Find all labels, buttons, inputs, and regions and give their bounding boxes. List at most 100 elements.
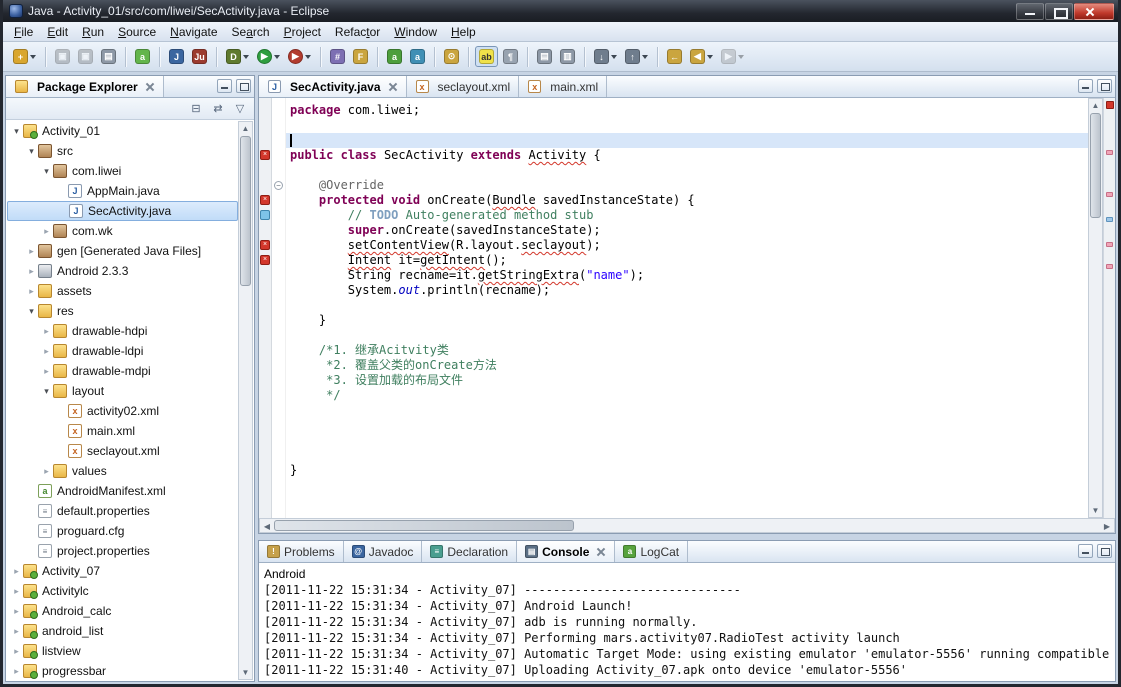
link-with-editor-icon[interactable]: ⇄ (210, 101, 226, 117)
tree-item-assets[interactable]: assets (7, 281, 238, 301)
view-menu-icon[interactable]: ▽ (232, 101, 248, 117)
console-body[interactable]: Android [2011-11-22 15:31:34 - Activity_… (260, 564, 1114, 680)
minimize-view-icon[interactable] (217, 79, 232, 93)
tab-logcat[interactable]: aLogCat (615, 541, 688, 562)
menu-run[interactable]: Run (75, 23, 111, 41)
android-avd-manager-icon[interactable]: a (407, 47, 428, 66)
info-marker[interactable] (1106, 217, 1113, 222)
tree-expand-icon[interactable] (26, 286, 37, 297)
maximize-view-icon[interactable] (236, 79, 251, 93)
editor-hscroll-thumb[interactable] (274, 520, 574, 531)
new-junit-test-icon[interactable]: Ju (189, 47, 210, 66)
code-editor[interactable]: package com.liwei;public class SecActivi… (286, 98, 1115, 518)
scroll-down-icon[interactable]: ▼ (239, 668, 252, 677)
tree-item-layout[interactable]: layout (7, 381, 238, 401)
tab-javadoc[interactable]: @Javadoc (344, 541, 423, 562)
tree-item-listview[interactable]: listview (7, 641, 238, 661)
tree-item-src[interactable]: src (7, 141, 238, 161)
print-icon[interactable]: ▤ (98, 47, 119, 66)
tree-item-seclayout-xml[interactable]: xseclayout.xml (7, 441, 238, 461)
tree-item-com-liwei[interactable]: com.liwei (7, 161, 238, 181)
editor-vertical-scrollbar[interactable]: ▲ ▼ (1088, 98, 1103, 518)
tree-expand-icon[interactable] (41, 326, 52, 337)
menu-source[interactable]: Source (111, 23, 163, 41)
fold-collapse-icon[interactable]: − (274, 181, 283, 190)
tree-expand-icon[interactable] (41, 466, 52, 477)
tab-package-explorer[interactable]: Package Explorer (6, 76, 164, 97)
minimize-window-icon[interactable] (1016, 3, 1044, 20)
tree-item-drawable-ldpi[interactable]: drawable-ldpi (7, 341, 238, 361)
tree-scroll-thumb[interactable] (240, 136, 251, 286)
back-icon[interactable]: ◀ (687, 47, 716, 66)
tree-item-activity02-xml[interactable]: xactivity02.xml (7, 401, 238, 421)
tree-expand-icon[interactable] (11, 606, 22, 617)
editor-vscroll-thumb[interactable] (1090, 113, 1101, 218)
maximize-window-icon[interactable] (1045, 3, 1073, 20)
tree-expand-icon[interactable] (41, 226, 52, 237)
error-marker-icon[interactable] (260, 150, 270, 160)
external-tools-icon[interactable]: ▶ (285, 47, 314, 66)
title-bar[interactable]: Java - Activity_01/src/com/liwei/SecActi… (3, 0, 1118, 22)
info-marker-icon[interactable] (260, 210, 270, 220)
collapse-all-icon[interactable]: ⊟ (188, 101, 204, 117)
maximize-view-icon[interactable] (1097, 544, 1112, 558)
tree-item-activity-07[interactable]: Activity_07 (7, 561, 238, 581)
run-icon[interactable]: ▶ (254, 47, 283, 66)
tree-item-gen-generated-java-files-[interactable]: gen [Generated Java Files] (7, 241, 238, 261)
search-icon[interactable]: ⊙ (441, 47, 462, 66)
scroll-down-icon[interactable]: ▼ (1089, 506, 1102, 515)
minimize-view-icon[interactable] (1078, 79, 1093, 93)
tree-item-activity-01[interactable]: Activity_01 (7, 121, 238, 141)
tree-expand-icon[interactable] (11, 126, 22, 137)
minimize-view-icon[interactable] (1078, 544, 1093, 558)
tree-item-appmain-java[interactable]: JAppMain.java (7, 181, 238, 201)
menu-help[interactable]: Help (444, 23, 483, 41)
scroll-up-icon[interactable]: ▲ (1089, 101, 1102, 110)
scroll-up-icon[interactable]: ▲ (239, 124, 252, 133)
tree-expand-icon[interactable] (26, 246, 37, 257)
debug-icon[interactable]: D (223, 47, 252, 66)
tree-item-activitylc[interactable]: Activitylc (7, 581, 238, 601)
tree-item-android-list[interactable]: android_list (7, 621, 238, 641)
tree-item-main-xml[interactable]: xmain.xml (7, 421, 238, 441)
tree-item-proguard-cfg[interactable]: ≡proguard.cfg (7, 521, 238, 541)
save-all-icon[interactable]: ▣ (75, 47, 96, 66)
menu-window[interactable]: Window (387, 23, 444, 41)
android-sdk-manager-icon[interactable]: a (384, 47, 405, 66)
close-window-icon[interactable] (1074, 3, 1114, 20)
tree-expand-icon[interactable] (41, 386, 52, 397)
close-view-icon[interactable] (145, 82, 155, 92)
new-android-project-icon[interactable]: a (132, 47, 153, 66)
open-resource-icon[interactable]: # (327, 47, 348, 66)
tree-expand-icon[interactable] (11, 586, 22, 597)
error-marker[interactable] (1106, 192, 1113, 197)
error-marker[interactable] (1106, 150, 1113, 155)
scroll-right-icon[interactable]: ▶ (1102, 522, 1112, 531)
error-marker[interactable] (1106, 264, 1113, 269)
menu-file[interactable]: File (7, 23, 40, 41)
previous-annotation-icon[interactable]: ↑ (622, 47, 651, 66)
tree-expand-icon[interactable] (26, 146, 37, 157)
new-java-project-icon[interactable]: J (166, 47, 187, 66)
tab-problems[interactable]: !Problems (259, 541, 344, 562)
show-whitespace-icon[interactable]: ¶ (500, 47, 521, 66)
menu-edit[interactable]: Edit (40, 23, 75, 41)
maximize-view-icon[interactable] (1097, 79, 1112, 93)
overview-error-marker[interactable] (1106, 101, 1114, 109)
tree-item-res[interactable]: res (7, 301, 238, 321)
mark-occurrences-icon[interactable]: ab (475, 46, 498, 67)
tree-expand-icon[interactable] (41, 346, 52, 357)
tree-expand-icon[interactable] (26, 306, 37, 317)
tab-declaration[interactable]: ≡Declaration (422, 541, 517, 562)
tree-expand-icon[interactable] (41, 366, 52, 377)
error-marker-icon[interactable] (260, 195, 270, 205)
error-marker-icon[interactable] (260, 240, 270, 250)
tab-console[interactable]: ▤Console (517, 541, 615, 562)
annotation-ruler[interactable] (1103, 98, 1115, 518)
tree-item-drawable-hdpi[interactable]: drawable-hdpi (7, 321, 238, 341)
menu-search[interactable]: Search (225, 23, 277, 41)
last-edit-location-icon[interactable]: ← (664, 47, 685, 66)
forward-icon[interactable]: ▶ (718, 47, 747, 66)
tree-expand-icon[interactable] (11, 646, 22, 657)
tree-item-com-wk[interactable]: com.wk (7, 221, 238, 241)
